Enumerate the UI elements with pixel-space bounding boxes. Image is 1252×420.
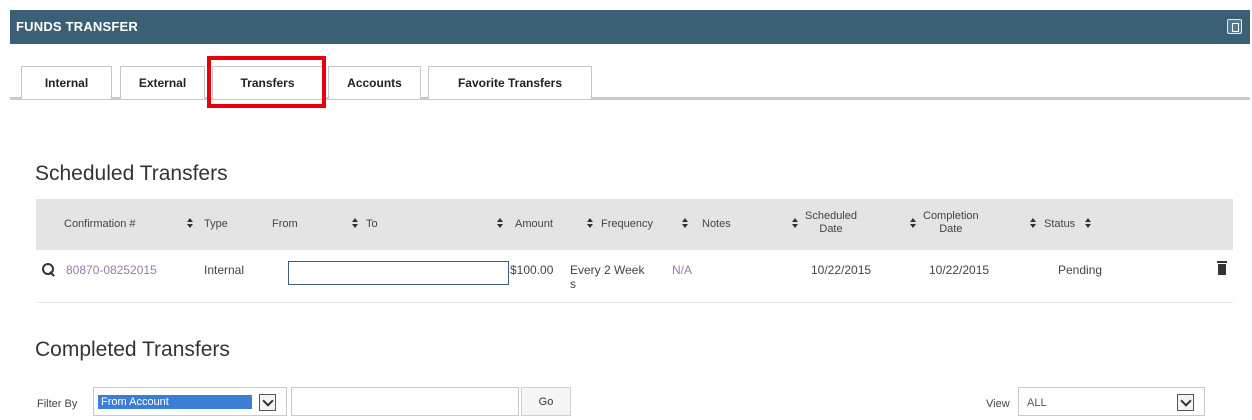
chevron-down-icon[interactable] [1177, 394, 1194, 411]
scheduled-transfers-title: Scheduled Transfers [35, 162, 228, 185]
view-label: View [986, 398, 1010, 410]
tab-external[interactable]: External [120, 66, 205, 99]
tab-favorite-transfers[interactable]: Favorite Transfers [428, 66, 592, 99]
sort-notes-icon[interactable] [792, 218, 799, 229]
table-row: 80870-08252015 Internal $100.00 Every 2 … [36, 251, 1233, 303]
filter-value-input[interactable] [291, 387, 519, 416]
col-to[interactable]: To [366, 218, 378, 231]
view-selected-value: ALL [1027, 397, 1047, 409]
row-scheduled-date: 10/22/2015 [811, 263, 872, 277]
from-account-box [288, 261, 509, 285]
sort-to-icon[interactable] [497, 218, 504, 229]
col-scheduled-date-line2: Date [819, 223, 843, 235]
delete-icon[interactable] [1217, 261, 1227, 275]
sort-status-icon[interactable] [1085, 218, 1092, 229]
row-frequency: Every 2 Week s [570, 263, 644, 291]
row-type: Internal [204, 263, 245, 277]
scheduled-table-header: Confirmation # Type From To Amount Frequ… [36, 199, 1233, 250]
sort-amount-icon[interactable] [587, 218, 594, 229]
tab-accounts[interactable]: Accounts [328, 66, 421, 99]
row-frequency-line2: s [570, 277, 576, 291]
col-completion-date-line2: Date [939, 223, 963, 235]
sort-confirmation-icon[interactable] [187, 218, 194, 229]
tab-internal[interactable]: Internal [21, 66, 112, 99]
tab-transfers[interactable]: Transfers [212, 66, 323, 99]
row-status: Pending [1058, 263, 1103, 277]
chevron-down-icon[interactable] [259, 394, 276, 411]
col-type[interactable]: Type [204, 218, 228, 231]
row-amount: $100.00 [510, 263, 554, 277]
completed-transfers-title: Completed Transfers [35, 338, 230, 361]
col-notes[interactable]: Notes [702, 218, 731, 231]
col-amount[interactable]: Amount [515, 218, 553, 231]
notes-link[interactable]: N/A [672, 263, 692, 277]
sort-scheduled-date-icon[interactable] [910, 218, 917, 229]
funds-transfer-header: FUNDS TRANSFER [10, 10, 1250, 44]
row-completion-date: 10/22/2015 [929, 263, 990, 277]
col-scheduled-date-line1: Scheduled [805, 210, 857, 222]
filter-by-select[interactable]: From Account [93, 387, 287, 416]
col-completion-date-line1: Completion [923, 210, 979, 222]
search-icon[interactable] [42, 263, 56, 277]
col-frequency[interactable]: Frequency [601, 218, 653, 231]
confirmation-link[interactable]: 80870-08252015 [66, 263, 157, 277]
col-from[interactable]: From [272, 218, 298, 231]
sort-frequency-icon[interactable] [682, 218, 689, 229]
popout-icon[interactable] [1227, 19, 1242, 34]
view-select[interactable]: ALL [1018, 387, 1205, 416]
go-button[interactable]: Go [521, 387, 571, 416]
col-confirmation[interactable]: Confirmation # [64, 218, 136, 231]
filter-selected-value: From Account [98, 395, 252, 409]
sort-completion-date-icon[interactable] [1030, 218, 1037, 229]
sort-from-icon[interactable] [352, 218, 359, 229]
col-scheduled-date[interactable]: Scheduled Date [805, 210, 857, 236]
col-status[interactable]: Status [1044, 218, 1075, 231]
page-title: FUNDS TRANSFER [16, 19, 138, 34]
filter-by-label: Filter By [37, 398, 78, 410]
row-frequency-line1: Every 2 Week [570, 263, 645, 277]
col-completion-date[interactable]: Completion Date [923, 210, 979, 236]
